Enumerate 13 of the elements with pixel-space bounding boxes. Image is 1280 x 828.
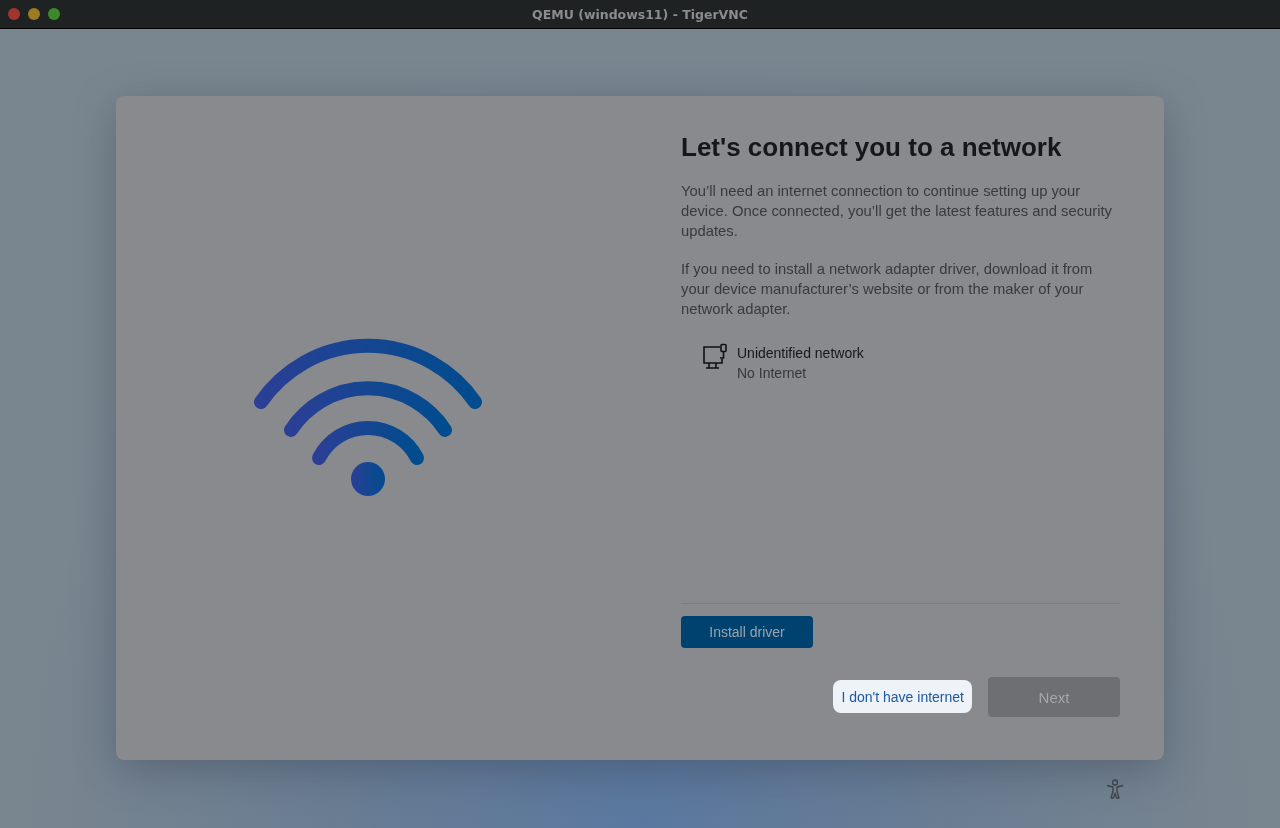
description-paragraph: If you need to install a network adapter driver, download it from your device manufacturer’s website or from the maker of your network adapter. bbox=[681, 260, 1094, 319]
zoom-button[interactable] bbox=[48, 8, 60, 20]
no-internet-button[interactable]: I don't have internet bbox=[833, 680, 972, 713]
minimize-button[interactable] bbox=[28, 8, 40, 20]
network-status: No Internet bbox=[737, 364, 808, 383]
network-name: Unidentified network bbox=[737, 344, 864, 363]
close-button[interactable] bbox=[8, 8, 20, 20]
install-driver-button[interactable]: Install driver bbox=[681, 616, 813, 648]
window-title: QEMU (windows11) - TigerVNC bbox=[532, 6, 749, 22]
description-paragraph: You’ll need an internet connection to continue setting up your device. Once connected, you’ll get the latest features and security updates. bbox=[681, 182, 1113, 241]
wired-network-icon bbox=[702, 343, 728, 371]
accessibility-icon[interactable] bbox=[1106, 779, 1124, 799]
page-title: Let's connect you to a network bbox=[681, 132, 1063, 163]
